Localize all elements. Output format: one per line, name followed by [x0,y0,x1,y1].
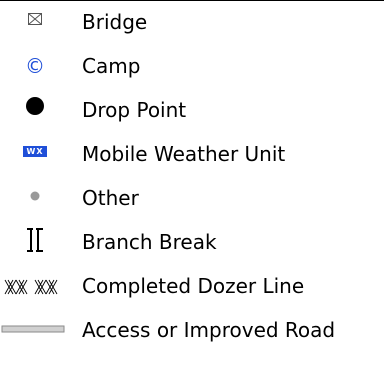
legend-label: Mobile Weather Unit [82,142,286,166]
legend-label: Access or Improved Road [82,318,336,342]
legend-item-mobile-weather-unit: WX Mobile Weather Unit [0,132,384,176]
mobile-weather-unit-symbol: WX [26,147,44,156]
mobile-weather-unit-icon: WX [0,132,70,176]
legend-label: Bridge [82,10,148,34]
branch-break-icon [0,220,70,264]
access-road-icon [0,308,70,352]
legend-item-camp: © Camp [0,44,384,88]
completed-dozer-line-icon [0,264,70,308]
legend-label: Completed Dozer Line [82,274,305,298]
legend-label: Other [82,186,139,210]
drop-point-icon [0,88,70,132]
legend-item-bridge: Bridge [0,0,384,44]
legend-item-completed-dozer-line: Completed Dozer Line [0,264,384,308]
legend-item-drop-point: Drop Point [0,88,384,132]
legend-label: Branch Break [82,230,217,254]
camp-symbol: © [25,54,45,78]
other-icon [0,176,70,220]
legend-item-branch-break: Branch Break [0,220,384,264]
legend-item-other: Other [0,176,384,220]
legend-label: Drop Point [82,98,187,122]
camp-icon: © [0,44,70,88]
bridge-icon [0,0,70,44]
legend-item-access-road: Access or Improved Road [0,308,384,352]
legend-label: Camp [82,54,141,78]
